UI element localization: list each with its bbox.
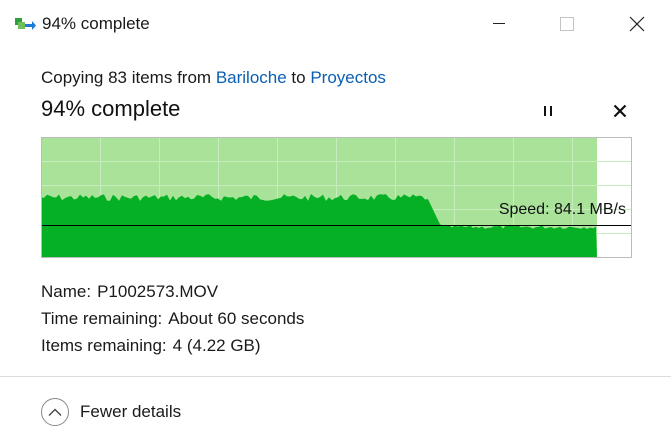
name-label: Name: bbox=[41, 282, 92, 301]
pause-icon bbox=[544, 106, 552, 116]
items-remaining-row: Items remaining: 4 (4.22 GB) bbox=[41, 332, 304, 359]
minimize-button[interactable] bbox=[479, 8, 519, 40]
source-folder-link[interactable]: Bariloche bbox=[216, 68, 287, 87]
window-title: 94% complete bbox=[42, 14, 150, 33]
destination-folder-link[interactable]: Proyectos bbox=[310, 68, 386, 87]
stop-icon bbox=[613, 104, 627, 118]
speed-label: Speed: 84.1 MB/s bbox=[498, 201, 626, 218]
title-bar: 94% complete bbox=[0, 0, 671, 48]
pause-button[interactable] bbox=[533, 98, 563, 124]
fewer-details-label: Fewer details bbox=[80, 402, 182, 421]
transfer-speed-graph: Speed: 84.1 MB/s bbox=[41, 137, 632, 258]
items-remaining-value: 4 (4.22 GB) bbox=[172, 336, 261, 355]
maximize-button[interactable] bbox=[547, 8, 587, 40]
close-button[interactable] bbox=[617, 8, 657, 40]
items-remaining-label: Items remaining: bbox=[41, 336, 167, 355]
name-row: Name: P1002573.MOV bbox=[41, 278, 304, 305]
minimize-icon bbox=[493, 23, 505, 24]
time-remaining-row: Time remaining: About 60 seconds bbox=[41, 305, 304, 332]
close-icon bbox=[629, 16, 645, 32]
copy-summary: Copying 83 items from Bariloche to Proye… bbox=[41, 68, 386, 88]
chevron-up-icon bbox=[41, 398, 69, 426]
time-remaining-label: Time remaining: bbox=[41, 309, 163, 328]
fewer-details-button[interactable]: Fewer details bbox=[41, 397, 181, 427]
progress-status: 94% complete bbox=[41, 96, 181, 121]
time-remaining-value: About 60 seconds bbox=[168, 309, 305, 328]
copy-connector: to bbox=[291, 68, 306, 87]
name-value: P1002573.MOV bbox=[97, 282, 219, 301]
copy-files-icon bbox=[14, 16, 36, 32]
stop-button[interactable] bbox=[605, 98, 635, 124]
copy-prefix: Copying 83 items from bbox=[41, 68, 212, 87]
footer: Fewer details bbox=[0, 376, 671, 447]
details-panel: Name: P1002573.MOV Time remaining: About 6… bbox=[41, 278, 304, 359]
maximize-icon bbox=[560, 17, 574, 31]
